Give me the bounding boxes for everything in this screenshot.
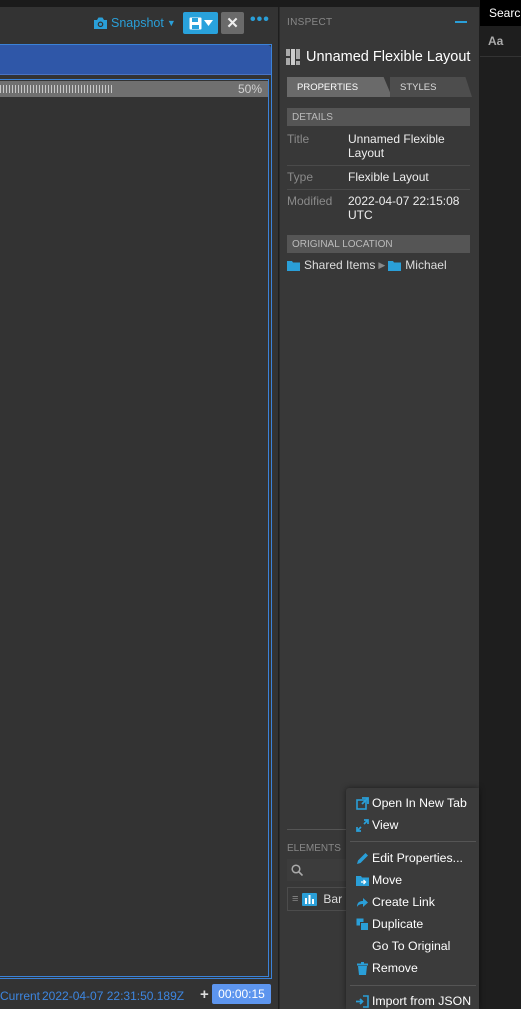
layout-frame[interactable]: 50% [0,44,272,979]
progress-label: 50% [237,82,262,96]
snapshot-label: Snapshot [111,16,164,30]
detail-key: Modified [287,194,333,208]
right-panel: Search Aa [480,0,521,1009]
import-icon [354,994,370,1008]
blank-icon [354,939,370,953]
add-time-button[interactable]: + [200,986,209,1003]
detail-value: 2022-04-07 22:15:08 UTC [348,194,460,222]
current-timestamp[interactable]: 2022-04-07 22:31:50.189Z [42,989,184,1003]
detail-key: Type [287,170,314,184]
menu-item-label: Edit Properties... [372,851,463,865]
timer-badge[interactable]: 00:00:15 [212,984,271,1004]
detail-row-title: Title Unnamed Flexible Layout [287,128,470,166]
menu-item-label: Duplicate [372,917,424,931]
search-icon [291,864,303,876]
details-heading: DETAILS [287,108,470,126]
menu-item-open-in-new-tab[interactable]: Open In New Tab [346,793,479,813]
menu-item-create-link[interactable]: Create Link [346,892,479,912]
folder-icon [287,260,300,271]
layout-header-bar[interactable] [0,45,271,75]
tab-properties[interactable]: PROPERTIES [287,77,392,97]
drag-handle-icon[interactable]: ≡ [292,893,298,905]
menu-item-label: Move [372,873,403,887]
save-button[interactable] [183,12,218,34]
chevron-down-icon [203,20,213,26]
item-header: Unnamed Flexible Layout [286,49,470,65]
location-root-link[interactable]: Shared Items [304,258,375,272]
layout-content[interactable]: 50% [0,79,269,977]
close-icon: ✕ [226,15,239,32]
save-icon [189,17,201,29]
ellipsis-icon: ••• [250,11,270,28]
item-name: Unnamed Flexible Layout [306,49,471,65]
detail-row-modified: Modified 2022-04-07 22:15:08 UTC [287,190,470,228]
menu-item-label: Import from JSON [372,994,472,1008]
menu-divider [350,841,476,842]
move-icon [354,873,370,887]
menu-item-remove[interactable]: Remove [346,958,479,978]
chevron-right-icon: ▶ [378,259,386,270]
folder-icon [388,260,402,271]
detail-row-type: Type Flexible Layout [287,166,470,190]
location-breadcrumb: Shared Items ▶ Michael [287,258,447,272]
element-name: Bar [323,892,343,906]
context-menu: Open In New Tab View Edit Properties... … [346,788,479,1009]
menu-item-label: Create Link [372,895,435,909]
font-icon[interactable]: Aa [488,34,503,48]
inspect-tabs: PROPERTIES STYLES [287,77,472,97]
menu-item-edit-properties[interactable]: Edit Properties... [346,848,479,868]
time-status-bar: Current 2022-04-07 22:31:50.189Z + 00:00… [0,983,278,1009]
menu-item-label: View [372,818,399,832]
detail-value: Unnamed Flexible Layout [348,132,445,160]
menu-item-import-from-json[interactable]: Import from JSON [346,991,479,1009]
location-folder-link[interactable]: Michael [405,258,446,272]
menu-item-move[interactable]: Move [346,870,479,890]
elements-title: ELEMENTS [287,843,341,854]
menu-item-label: Open In New Tab [372,796,467,810]
progress-bar: 50% [0,81,268,97]
top-strip [0,0,480,7]
tab-styles[interactable]: STYLES [390,77,472,97]
duplicate-icon [354,917,370,931]
menu-item-label: Remove [372,961,418,975]
close-button[interactable]: ✕ [221,12,244,34]
detail-value: Flexible Layout [348,170,429,184]
progress-fill [0,85,113,93]
menu-item-go-to-original[interactable]: Go To Original [346,936,479,956]
menu-item-label: Go To Original [372,939,451,953]
inspect-title: INSPECT [287,17,333,28]
trash-icon [354,961,370,975]
flexible-layout-icon [286,49,300,65]
more-options-button[interactable]: ••• [250,11,272,33]
chevron-down-icon: ▼ [166,18,176,28]
snapshot-button[interactable]: Snapshot ▼ [93,13,176,33]
menu-item-duplicate[interactable]: Duplicate [346,914,479,934]
search-field[interactable]: Search [480,0,521,26]
external-link-icon [354,796,370,810]
current-label[interactable]: Current [0,989,40,1003]
link-arrow-icon [354,895,370,909]
pencil-icon [354,851,370,865]
expand-icon [354,818,370,832]
bar-chart-icon [302,892,318,906]
collapse-icon[interactable] [455,21,467,23]
canvas-panel: Snapshot ▼ ✕ ••• 50% Current 2022-04-07 … [0,7,278,1009]
camera-icon [94,17,107,29]
canvas-toolbar: Snapshot ▼ ✕ ••• [0,7,278,41]
right-divider [480,56,521,57]
menu-divider [350,985,476,986]
detail-key: Title [287,132,310,146]
original-location-heading: ORIGINAL LOCATION [287,235,470,253]
timer-value: 00:00:15 [218,987,265,1001]
menu-item-view[interactable]: View [346,815,479,835]
